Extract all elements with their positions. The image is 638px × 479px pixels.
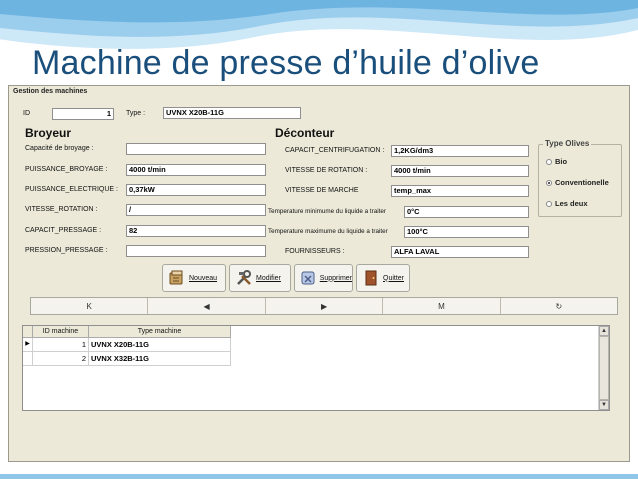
- capacit-centrifugation-field[interactable]: 1,2KG/dm3: [391, 145, 529, 157]
- column-header-type[interactable]: Type machine: [89, 326, 231, 338]
- radio-bio[interactable]: Bio: [546, 157, 567, 166]
- pression-pressage-field[interactable]: [126, 245, 266, 257]
- radio-conventionelle-dot: [546, 180, 552, 187]
- scroll-down-icon[interactable]: ▼: [599, 400, 609, 410]
- temperature-min-label: Temperature minimume du liquide a traite…: [268, 208, 386, 215]
- radio-bio-dot: [546, 159, 552, 166]
- previous-record-button[interactable]: ◀: [148, 298, 266, 314]
- radio-les-deux[interactable]: Les deux: [546, 199, 588, 208]
- column-header-id[interactable]: ID machine: [33, 326, 89, 338]
- type-olives-group: Type Olives Bio Conventionelle Les deux: [538, 139, 622, 217]
- table-row-type[interactable]: UVNX X20B-11G: [89, 338, 231, 352]
- record-navigator: K ◀ ▶ M ↻: [30, 297, 618, 315]
- previous-icon: ◀: [203, 301, 210, 311]
- vitesse-rotation-field[interactable]: /: [126, 204, 266, 216]
- supprimer-button[interactable]: Supprimer: [294, 264, 353, 292]
- id-field[interactable]: 1: [52, 108, 114, 120]
- fournisseurs-label: FOURNISSEURS :: [285, 248, 345, 255]
- modifier-button[interactable]: Modifier: [229, 264, 291, 292]
- capacit-centrifugation-label: CAPACIT_CENTRIFUGATION :: [285, 147, 385, 154]
- vitesse-de-marche-label: VITESSE DE MARCHE: [285, 187, 359, 194]
- machines-grid: ID machine Type machine ▶ 1 UVNX X20B-11…: [22, 325, 610, 411]
- refresh-icon: ↻: [555, 301, 563, 311]
- tools-icon: [234, 268, 254, 288]
- radio-les-deux-dot: [546, 201, 552, 208]
- puissance-broyage-field[interactable]: 4000 t/min: [126, 164, 266, 176]
- exit-door-icon: [361, 268, 381, 288]
- vitesse-de-marche-field[interactable]: temp_max: [391, 185, 529, 197]
- deconteur-header: Déconteur: [275, 126, 335, 140]
- radio-conventionelle[interactable]: Conventionelle: [546, 178, 609, 187]
- type-olives-title: Type Olives: [543, 139, 592, 148]
- next-icon: ▶: [320, 301, 328, 311]
- first-record-button[interactable]: K: [31, 298, 149, 314]
- first-icon: K: [86, 301, 92, 311]
- puissance-broyage-label: PUISSANCE_BROYAGE :: [25, 166, 108, 173]
- next-record-button[interactable]: ▶: [266, 298, 384, 314]
- capacit-pressage-field[interactable]: 82: [126, 225, 266, 237]
- row-selector: [23, 352, 33, 366]
- slide-title: Machine de presse d’huile d’olive: [32, 44, 540, 82]
- grid-corner: [23, 326, 33, 338]
- new-record-icon: [167, 268, 187, 288]
- type-field[interactable]: UVNX X20B-11G: [163, 107, 301, 119]
- vitesse-de-rotation-label: VITESSE DE ROTATION :: [285, 167, 368, 174]
- last-record-button[interactable]: M: [383, 298, 501, 314]
- refresh-button[interactable]: ↻: [501, 298, 617, 314]
- table-row-type[interactable]: UVNX X32B-11G: [89, 352, 231, 366]
- fournisseurs-field[interactable]: ALFA LAVAL: [391, 246, 529, 258]
- window-title: Gestion des machines: [13, 88, 88, 95]
- id-label: ID: [23, 110, 30, 117]
- puissance-electrique-field[interactable]: 0,37kW: [126, 184, 266, 196]
- temperature-min-field[interactable]: 0°C: [404, 206, 529, 218]
- nouveau-button[interactable]: Nouveau: [162, 264, 226, 292]
- vitesse-de-rotation-field[interactable]: 4000 t/min: [391, 165, 529, 177]
- vitesse-rotation-label: VITESSE_ROTATION :: [25, 206, 98, 213]
- delete-icon: [299, 268, 318, 288]
- scroll-thumb[interactable]: [599, 336, 609, 400]
- pression-pressage-label: PRESSION_PRESSAGE :: [25, 247, 108, 254]
- type-label: Type :: [126, 110, 146, 117]
- temperature-max-label: Temperature maximume du liquide a traite…: [268, 228, 388, 235]
- capacit-pressage-label: CAPACIT_PRESSAGE :: [25, 227, 102, 234]
- last-icon: M: [438, 301, 445, 311]
- table-row-id[interactable]: 2: [33, 352, 89, 366]
- grid-vertical-scrollbar[interactable]: ▲ ▼: [598, 326, 609, 410]
- table-row-id[interactable]: 1: [33, 338, 89, 352]
- temperature-max-field[interactable]: 100°C: [404, 226, 529, 238]
- puissance-electrique-label: PUISSANCE_ELECTRIQUE :: [25, 186, 118, 193]
- quitter-button[interactable]: Quitter: [356, 264, 410, 292]
- row-selector-icon: ▶: [23, 338, 33, 352]
- broyeur-header: Broyeur: [25, 126, 72, 140]
- capacite-broyage-label: Capacité de broyage :: [25, 145, 94, 152]
- scroll-up-icon[interactable]: ▲: [599, 326, 609, 336]
- capacite-broyage-field[interactable]: [126, 143, 266, 155]
